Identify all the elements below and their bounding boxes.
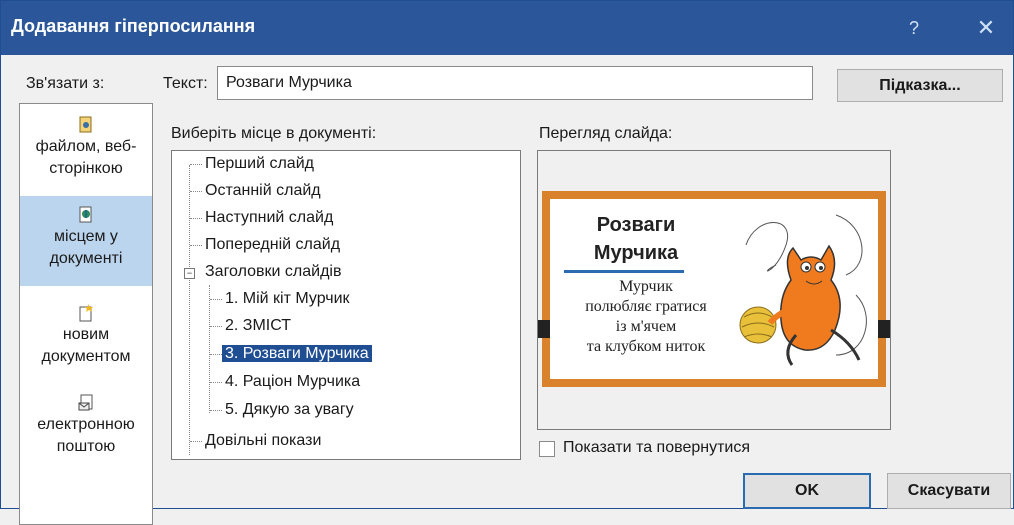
tree-node-label: 5. Дякую за увагу [225, 401, 354, 418]
tree-branch [190, 191, 202, 192]
insert-hyperlink-dialog: Додавання гіперпосилання ? ✕ Зв'язати з:… [0, 0, 1014, 525]
link-to-existing-file[interactable]: файлом, веб-сторінкою [20, 110, 152, 188]
tree-node-label: Довільні покази [205, 432, 322, 449]
tree-node-label: Наступний слайд [205, 209, 334, 226]
select-place-label: Виберіть місце в документі: [171, 125, 377, 142]
title-bar: Додавання гіперпосилання ? ✕ [1, 1, 1013, 55]
cancel-button[interactable]: Скасувати [887, 473, 1011, 509]
tree-connector-sub [209, 285, 210, 413]
existing-file-icon [78, 116, 94, 134]
slide-body-text: Мурчик полюбляє гратися із м'ячем та клу… [556, 277, 736, 357]
close-button[interactable]: ✕ [969, 13, 1003, 43]
tree-node-label: 3. Розваги Мурчика [222, 345, 372, 362]
place-in-document-icon [78, 206, 94, 224]
tree-node-slide-4[interactable]: 4. Раціон Мурчика [222, 369, 363, 395]
tree-branch [210, 326, 222, 327]
slide-body-line: Мурчик [619, 278, 673, 295]
tree-branch [190, 441, 202, 442]
tree-branch [210, 382, 222, 383]
tree-node-label: 1. Мій кіт Мурчик [225, 290, 350, 307]
tree-node-next-slide[interactable]: Наступний слайд [202, 205, 336, 231]
document-place-tree[interactable]: Перший слайд Останній слайд Наступний сл… [171, 150, 521, 460]
link-to-new-document[interactable]: новим документом [20, 296, 152, 376]
link-to-label-place: місцем у документі [49, 228, 123, 267]
ok-button[interactable]: OK [743, 473, 871, 509]
link-to-label-new: новим документом [41, 326, 131, 365]
show-and-return-label: Показати та повернутися [563, 439, 750, 456]
slide-title-underline [564, 270, 684, 273]
slide-thumbnail: Розваги Мурчика Мурчик полюбляє гратися … [538, 191, 890, 387]
link-to-place-in-document[interactable]: місцем у документі [20, 196, 152, 286]
slide-preview-pane: Розваги Мурчика Мурчик полюбляє гратися … [537, 150, 891, 430]
screentip-button[interactable]: Підказка... [837, 69, 1003, 102]
tree-node-label: Перший слайд [205, 155, 314, 172]
slide-body-line: полюбляє гратися [585, 298, 707, 315]
tree-branch [210, 299, 222, 300]
dialog-title: Додавання гіперпосилання [11, 16, 256, 36]
slide-body-line: та клубком ниток [586, 338, 706, 355]
slide-right-tab [876, 320, 890, 338]
slide-title: Розваги Мурчика [566, 211, 706, 267]
tree-branch [190, 245, 202, 246]
collapse-toggle-icon[interactable]: − [184, 268, 195, 279]
text-field-label: Текст: [163, 75, 208, 92]
tree-node-slide-2[interactable]: 2. ЗМІСТ [222, 313, 294, 339]
tree-node-label: Попередній слайд [205, 236, 341, 253]
slide-preview-label: Перегляд слайда: [539, 125, 673, 142]
tree-node-slide-1[interactable]: 1. Мій кіт Мурчик [222, 286, 353, 312]
cat-with-yarn-illustration [739, 214, 867, 366]
tree-node-slide-3[interactable]: 3. Розваги Мурчика [222, 341, 372, 367]
slide-title-line-1: Розваги [596, 214, 676, 236]
text-to-display-input[interactable]: Розваги Мурчика [217, 66, 813, 100]
new-document-icon [78, 304, 94, 322]
tree-node-previous-slide[interactable]: Попередній слайд [202, 232, 343, 258]
tree-node-last-slide[interactable]: Останній слайд [202, 178, 324, 204]
help-button[interactable]: ? [899, 13, 929, 43]
tree-node-slide-titles[interactable]: Заголовки слайдів [202, 259, 344, 285]
slide-body-line: із м'ячем [615, 318, 677, 335]
link-to-label-file: файлом, веб-сторінкою [35, 138, 137, 177]
tree-node-label: 4. Раціон Мурчика [225, 373, 361, 390]
tree-branch [190, 164, 202, 165]
tree-branch [210, 410, 222, 411]
tree-branch [210, 354, 222, 355]
slide-title-line-2: Мурчика [593, 242, 679, 264]
tree-node-custom-shows[interactable]: Довільні покази [202, 428, 324, 454]
slide-content: Розваги Мурчика Мурчик полюбляє гратися … [550, 199, 878, 379]
tree-connector [189, 165, 190, 455]
email-icon [78, 394, 94, 412]
tree-node-slide-5[interactable]: 5. Дякую за увагу [222, 397, 357, 423]
link-to-label: Зв'язати з: [26, 75, 105, 92]
tree-node-label: Останній слайд [205, 182, 321, 199]
link-to-label-email: електронною поштою [37, 416, 135, 455]
tree-node-first-slide[interactable]: Перший слайд [202, 151, 317, 177]
link-to-panel: файлом, веб-сторінкою місцем у документі… [19, 103, 153, 525]
tree-branch [190, 218, 202, 219]
tree-node-label: Заголовки слайдів [205, 263, 342, 280]
show-and-return-checkbox[interactable] [539, 441, 555, 457]
tree-node-label: 2. ЗМІСТ [225, 317, 292, 334]
link-to-email[interactable]: електронною поштою [20, 386, 152, 466]
